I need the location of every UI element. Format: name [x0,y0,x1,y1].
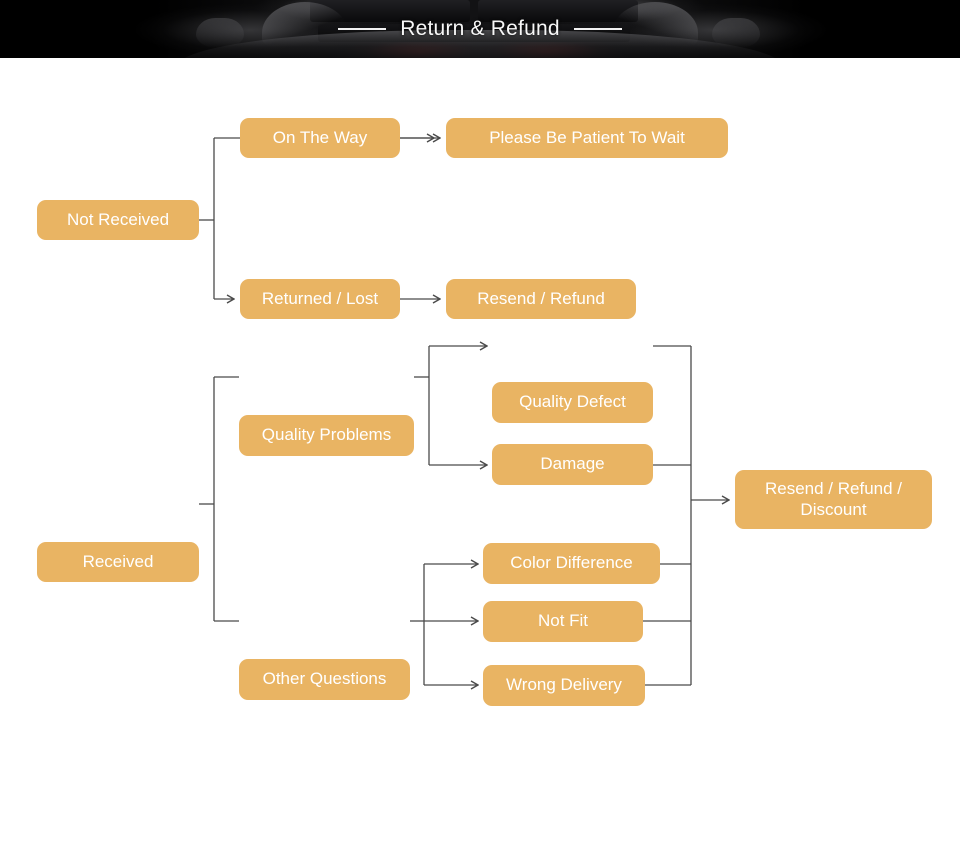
flowchart-connectors [199,58,960,864]
node-received[interactable]: Received [37,542,199,582]
node-not-received[interactable]: Not Received [37,200,199,240]
node-color-difference[interactable]: Color Difference [483,543,660,584]
node-damage[interactable]: Damage [492,444,653,485]
node-quality-problems[interactable]: Quality Problems [239,415,414,456]
node-on-the-way[interactable]: On The Way [240,118,400,158]
page-banner: Return & Refund [0,0,960,58]
node-not-fit[interactable]: Not Fit [483,601,643,642]
title-rule-left [338,28,387,30]
node-quality-defect[interactable]: Quality Defect [492,382,653,423]
page-title: Return & Refund [400,17,560,40]
node-please-be-patient-to-wait[interactable]: Please Be Patient To Wait [446,118,728,158]
node-other-questions[interactable]: Other Questions [239,659,410,700]
node-wrong-delivery[interactable]: Wrong Delivery [483,665,645,706]
return-refund-flowchart: Not Received On The Way Please Be Patien… [0,58,960,864]
node-returned-lost[interactable]: Returned / Lost [240,279,400,319]
node-resend-refund[interactable]: Resend / Refund [446,279,636,319]
banner-title-group: Return & Refund [0,0,960,58]
title-rule-right [573,28,622,30]
node-resend-refund-discount[interactable]: Resend / Refund / Discount [735,470,932,529]
